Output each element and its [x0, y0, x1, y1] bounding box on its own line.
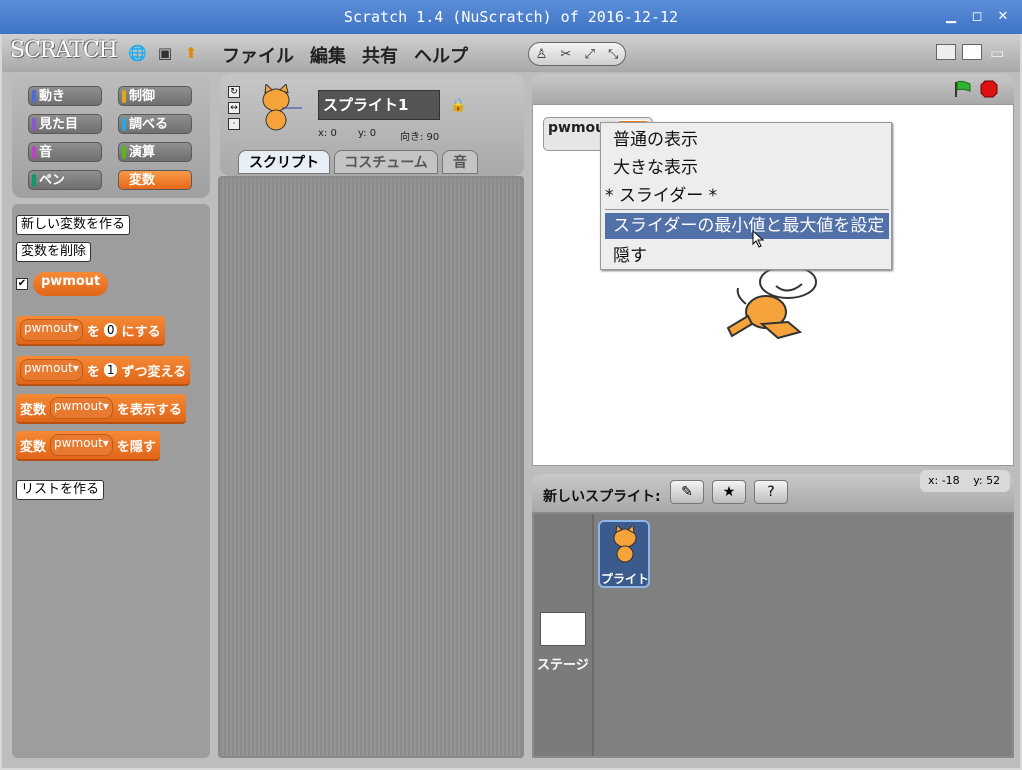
menu-divider — [605, 209, 889, 210]
stage-sprite-cat-icon[interactable] — [718, 266, 822, 342]
make-list-button[interactable]: リストを作る — [16, 480, 105, 500]
delete-variable-button[interactable]: 変数を削除 — [16, 242, 92, 262]
script-area[interactable] — [218, 176, 524, 758]
shrink-icon[interactable]: ⤡ — [608, 47, 618, 62]
stage-label: ステージ — [537, 658, 589, 673]
mouse-cursor-icon — [752, 230, 764, 248]
presentation-mode-icon[interactable]: ▭ — [990, 44, 1004, 62]
flip-style-icon[interactable]: ↔ — [228, 102, 240, 114]
hide-variable-block[interactable]: 変数 pwmout▾ を隠す — [16, 431, 160, 461]
variable-dropdown[interactable]: pwmout▾ — [50, 434, 113, 456]
choose-sprite-file-icon[interactable]: ★ — [712, 480, 746, 504]
category-control[interactable]: 制御 — [118, 86, 192, 106]
save-icon[interactable]: ▣ — [156, 44, 174, 62]
menu-edit[interactable]: 編集 — [310, 42, 346, 68]
sprite-direction: 向き: 90 — [400, 132, 440, 143]
menu-item-normal-readout[interactable]: 普通の表示 — [605, 127, 889, 153]
menu-item-large-readout[interactable]: 大きな表示 — [605, 155, 889, 181]
grow-icon[interactable]: ⤢ — [584, 47, 594, 62]
category-operators[interactable]: 演算 — [118, 142, 192, 162]
close-button[interactable]: ✕ — [994, 0, 1012, 34]
watcher-context-menu: 普通の表示 大きな表示 * スライダー * スライダーの最小値と最大値を設定 隠… — [600, 122, 892, 270]
sprite-thumbnail-cat-icon — [262, 84, 302, 131]
menu-help[interactable]: ヘルプ — [414, 42, 468, 68]
mouse-y: y: 52 — [973, 474, 1001, 487]
category-variables[interactable]: 変数 — [118, 170, 192, 190]
window-title-bar: Scratch 1.4 (NuScratch) of 2016-12-12 — [0, 0, 1022, 34]
small-stage-icon[interactable] — [936, 44, 956, 60]
scratch-logo: SCRATCH — [10, 38, 118, 63]
category-sound[interactable]: 音 — [28, 142, 102, 162]
sprite-tile-cat-icon — [613, 526, 637, 563]
sprite-y: y: 0 — [358, 128, 377, 139]
menu-bar — [2, 34, 1020, 72]
paint-new-sprite-icon[interactable]: ✎ — [670, 480, 704, 504]
sprite-name-field[interactable]: スプライト1 — [318, 90, 440, 120]
sprite-tile-selected[interactable]: プライト — [598, 520, 650, 588]
variable-dropdown[interactable]: pwmout▾ — [20, 319, 83, 341]
mouse-coordinates: x: -18 y: 52 — [920, 470, 1010, 492]
tab-sounds[interactable]: 音 — [442, 150, 478, 174]
tab-costumes[interactable]: コスチューム — [334, 150, 438, 174]
menu-share[interactable]: 共有 — [362, 42, 398, 68]
category-pen[interactable]: ペン — [28, 170, 102, 190]
make-variable-button[interactable]: 新しい変数を作る — [16, 215, 131, 235]
no-rotate-icon[interactable]: · — [228, 118, 240, 130]
language-globe-icon[interactable]: 🌐 — [128, 44, 147, 62]
set-variable-block[interactable]: pwmout▾ を 0 にする — [16, 316, 165, 346]
duplicate-icon[interactable]: ♙ — [536, 47, 548, 62]
change-variable-block[interactable]: pwmout▾ を 1 ずつ変える — [16, 356, 191, 386]
new-sprite-label: 新しいスプライト: — [543, 489, 661, 505]
variable-checkbox[interactable]: ✔ — [16, 278, 28, 290]
rotate-style-icon[interactable]: ↻ — [228, 86, 240, 98]
random-sprite-icon[interactable]: ? — [754, 480, 788, 504]
normal-stage-icon[interactable] — [962, 44, 982, 60]
mouse-x: x: -18 — [928, 474, 960, 487]
cursor-tools-group: ♙ ✂ ⤢ ⤡ — [528, 42, 626, 66]
menu-item-hide[interactable]: 隠す — [605, 243, 889, 269]
menu-item-slider[interactable]: * スライダー * — [601, 183, 885, 209]
minimize-button[interactable]: ▁ — [942, 0, 960, 34]
show-variable-block[interactable]: 変数 pwmout▾ を表示する — [16, 394, 186, 424]
stage-thumbnail[interactable] — [540, 612, 586, 646]
category-motion[interactable]: 動き — [28, 86, 102, 106]
variable-dropdown[interactable]: pwmout▾ — [50, 397, 113, 419]
stop-sign-icon[interactable] — [980, 80, 998, 98]
value-input[interactable]: 1 — [103, 363, 118, 377]
window-title: Scratch 1.4 (NuScratch) of 2016-12-12 — [343, 8, 679, 26]
variable-reporter-block[interactable]: pwmout — [33, 272, 109, 296]
menu-item-set-slider-range[interactable]: スライダーの最小値と最大値を設定 — [605, 213, 889, 239]
tab-scripts[interactable]: スクリプト — [238, 150, 330, 174]
menu-file[interactable]: ファイル — [222, 42, 294, 68]
maximize-button[interactable]: ◻ — [968, 0, 986, 34]
value-input[interactable]: 0 — [103, 323, 118, 337]
sprite-x: x: 0 — [318, 128, 337, 139]
category-sensing[interactable]: 調べる — [118, 114, 192, 134]
category-looks[interactable]: 見た目 — [28, 114, 102, 134]
variable-dropdown[interactable]: pwmout▾ — [20, 359, 83, 381]
share-icon[interactable]: ⬆ — [182, 44, 200, 62]
green-flag-icon[interactable] — [952, 80, 972, 98]
sprite-tile-label: プライト — [601, 572, 650, 586]
lock-icon[interactable]: 🔒 — [450, 98, 466, 113]
stage-header — [532, 74, 1014, 104]
category-panel: 動き 制御 見た目 調べる 音 演算 ペン 変数 — [12, 74, 210, 198]
delete-scissors-icon[interactable]: ✂ — [560, 47, 571, 62]
